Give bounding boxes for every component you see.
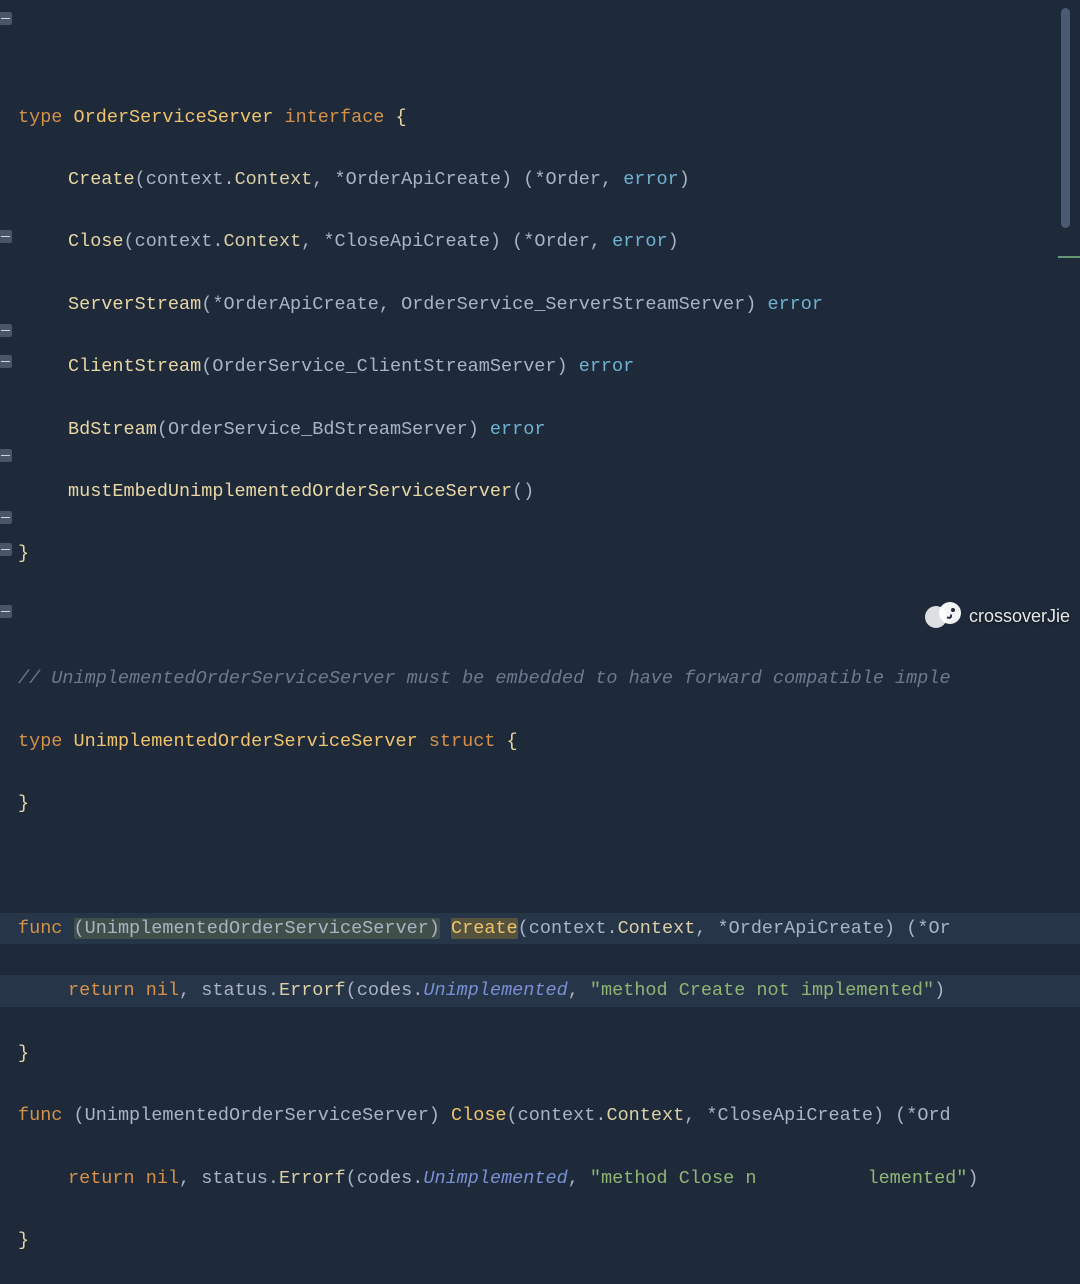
- code-line[interactable]: return nil, status.Errorf(codes.Unimplem…: [0, 1163, 1080, 1194]
- fold-icon[interactable]: [0, 230, 12, 243]
- vertical-scrollbar[interactable]: [1061, 8, 1070, 228]
- fold-icon[interactable]: [0, 543, 12, 556]
- code-line[interactable]: type UnimplementedOrderServiceServer str…: [0, 726, 1080, 757]
- code-line[interactable]: }: [0, 788, 1080, 819]
- watermark: crossoverJie: [925, 600, 1070, 632]
- code-line[interactable]: ClientStream(OrderService_ClientStreamSe…: [0, 351, 1080, 382]
- code-line[interactable]: BdStream(OrderService_BdStreamServer) er…: [0, 414, 1080, 445]
- code-line-blank[interactable]: [0, 850, 1080, 881]
- watermark-text: crossoverJie: [969, 606, 1070, 627]
- fold-icon[interactable]: [0, 324, 12, 337]
- fold-icon[interactable]: [0, 511, 12, 524]
- gutter: [0, 0, 12, 1284]
- code-line[interactable]: }: [0, 1038, 1080, 1069]
- code-line[interactable]: }: [0, 538, 1080, 569]
- code-line[interactable]: // UnimplementedOrderServiceServer must …: [0, 663, 1080, 694]
- code-line[interactable]: Create(context.Context, *OrderApiCreate)…: [0, 164, 1080, 195]
- fold-icon[interactable]: [0, 605, 12, 618]
- fold-icon[interactable]: [0, 449, 12, 462]
- code-line[interactable]: return nil, status.Errorf(codes.Unimplem…: [0, 975, 1080, 1006]
- fold-icon[interactable]: [0, 12, 12, 25]
- code-line-blank[interactable]: [0, 601, 1080, 632]
- caret-indicator: [1058, 256, 1080, 258]
- fold-icon[interactable]: [0, 355, 12, 368]
- code-editor[interactable]: type OrderServiceServer interface { Crea…: [0, 0, 1080, 1284]
- code-line[interactable]: type OrderServiceServer interface {: [0, 102, 1080, 133]
- code-line[interactable]: func (UnimplementedOrderServiceServer) C…: [0, 913, 1080, 944]
- code-line[interactable]: ServerStream(*OrderApiCreate, OrderServi…: [0, 289, 1080, 320]
- wechat-icon: [925, 600, 963, 632]
- code-line[interactable]: }: [0, 1225, 1080, 1256]
- code-line[interactable]: func (UnimplementedOrderServiceServer) C…: [0, 1100, 1080, 1131]
- code-line[interactable]: Close(context.Context, *CloseApiCreate) …: [0, 226, 1080, 257]
- code-line[interactable]: mustEmbedUnimplementedOrderServiceServer…: [0, 476, 1080, 507]
